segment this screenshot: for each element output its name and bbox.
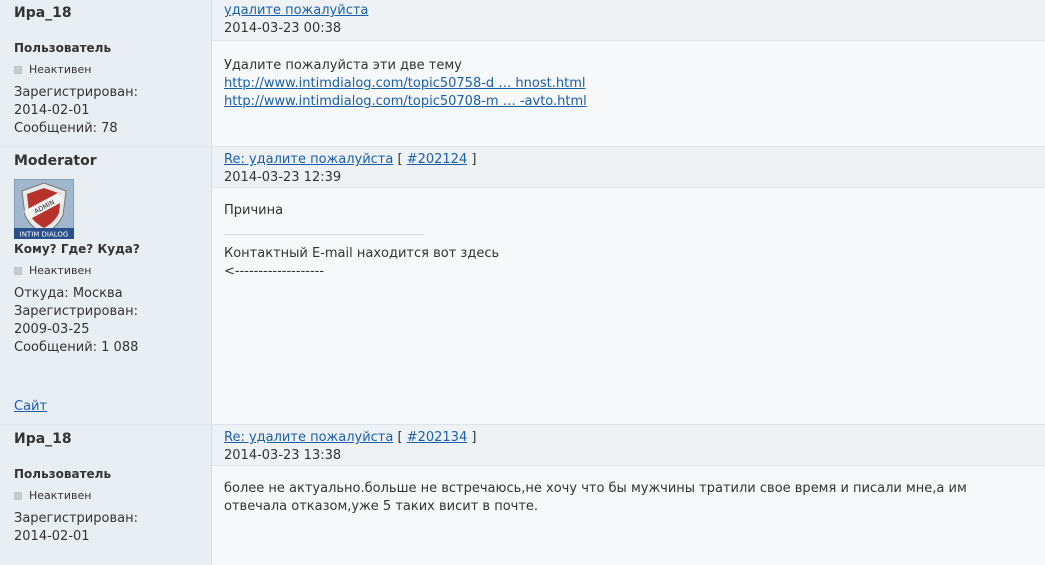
registered-date: 2014-02-01 [14,529,90,544]
post-footer-actions [212,393,1045,424]
post-title-link[interactable]: удалите пожалуйста [224,3,368,18]
topic-link[interactable]: http://www.intimdialog.com/topic50758-d … [224,76,585,91]
post-date: 2014-03-23 12:39 [224,170,342,185]
avatar: ADMIN INTIM DIALOG [13,178,75,240]
post-header: Re: удалите пожалуйста [ #202124 ] 2014-… [212,147,1045,188]
author-role: Пользователь [14,467,112,481]
author-info: Откуда: Москва Зарегистрирован: 2009-03-… [14,285,197,357]
post-permalink[interactable]: #202134 [407,430,468,445]
registered-date: 2009-03-25 [14,322,90,337]
bracket-open: [ [397,430,403,445]
post-header: удалите пожалуйста 2014-03-23 00:38 [212,0,1045,41]
registered-label: Зарегистрирован: [14,85,138,100]
post-header: Re: удалите пожалуйста [ #202134 ] 2014-… [212,425,1045,466]
post-content: Re: удалите пожалуйста [ #202124 ] 2014-… [212,147,1045,393]
post-content: удалите пожалуйста 2014-03-23 00:38 Удал… [212,0,1045,146]
author-info: Зарегистрирован: 2014-02-01 Сообщений: 7… [14,84,197,138]
post-footer: Сайт [0,393,1045,425]
status-dot-icon [14,266,22,275]
post-date: 2014-03-23 00:38 [224,21,342,36]
post-title-link[interactable]: Re: удалите пожалуйста [224,152,393,167]
post-author-footer: Сайт [0,393,212,424]
author-role: Кому? Где? Куда? [14,242,140,256]
avatar-label-text: INTIM DIALOG [20,231,69,239]
status-indicator: Неактивен [14,63,197,76]
admin-shield-icon: ADMIN INTIM DIALOG [13,178,75,240]
topic-link[interactable]: http://www.intimdialog.com/topic50708-m … [224,94,587,109]
forum-post: Moderator ADMIN INTIM DIALOG Кому? Где? … [0,147,1045,393]
bracket-close: ] [471,152,477,167]
forum-post: Ира_18 Пользователь Неактивен Зарегистри… [0,425,1045,565]
post-text: Причина [224,203,284,218]
post-author-panel: Ира_18 Пользователь Неактивен Зарегистри… [0,0,212,146]
post-text: более не актуально.больше не встречаюсь,… [224,481,967,514]
post-content: Re: удалите пожалуйста [ #202134 ] 2014-… [212,425,1045,565]
author-name[interactable]: Ира_18 [14,431,197,447]
post-date: 2014-03-23 13:38 [224,448,342,463]
signature-text: Контактный E-mail находится вот здесь [224,246,500,261]
post-body: Удалите пожалуйста эти две тему http://w… [212,41,1045,125]
author-name[interactable]: Moderator [14,153,197,169]
status-text: Неактивен [29,264,92,277]
author-info: Зарегистрирован: 2014-02-01 [14,510,197,546]
forum-post: Ира_18 Пользователь Неактивен Зарегистри… [0,0,1045,147]
bracket-open: [ [397,152,403,167]
message-count: Сообщений: 1 088 [14,340,139,355]
registered-label: Зарегистрирован: [14,304,138,319]
status-dot-icon [14,491,22,500]
post-author-panel: Moderator ADMIN INTIM DIALOG Кому? Где? … [0,147,212,393]
registered-date: 2014-02-01 [14,103,90,118]
post-text: Удалите пожалуйста эти две тему [224,58,462,73]
author-role: Пользователь [14,41,112,55]
site-link[interactable]: Сайт [14,399,47,414]
author-name[interactable]: Ира_18 [14,5,197,21]
post-body: Причина Контактный E-mail находится вот … [212,188,1045,295]
signature-divider [224,234,424,235]
post-author-panel: Ира_18 Пользователь Неактивен Зарегистри… [0,425,212,565]
status-indicator: Неактивен [14,489,197,502]
post-body: более не актуально.больше не встречаюсь,… [212,466,1045,530]
status-text: Неактивен [29,489,92,502]
registered-label: Зарегистрирован: [14,511,138,526]
bracket-close: ] [471,430,477,445]
status-text: Неактивен [29,63,92,76]
status-dot-icon [14,65,22,74]
author-location: Откуда: Москва [14,286,123,301]
post-permalink[interactable]: #202124 [407,152,468,167]
message-count: Сообщений: 78 [14,121,118,136]
post-title-link[interactable]: Re: удалите пожалуйста [224,430,393,445]
signature-arrow: <------------------- [224,264,325,279]
status-indicator: Неактивен [14,264,197,277]
